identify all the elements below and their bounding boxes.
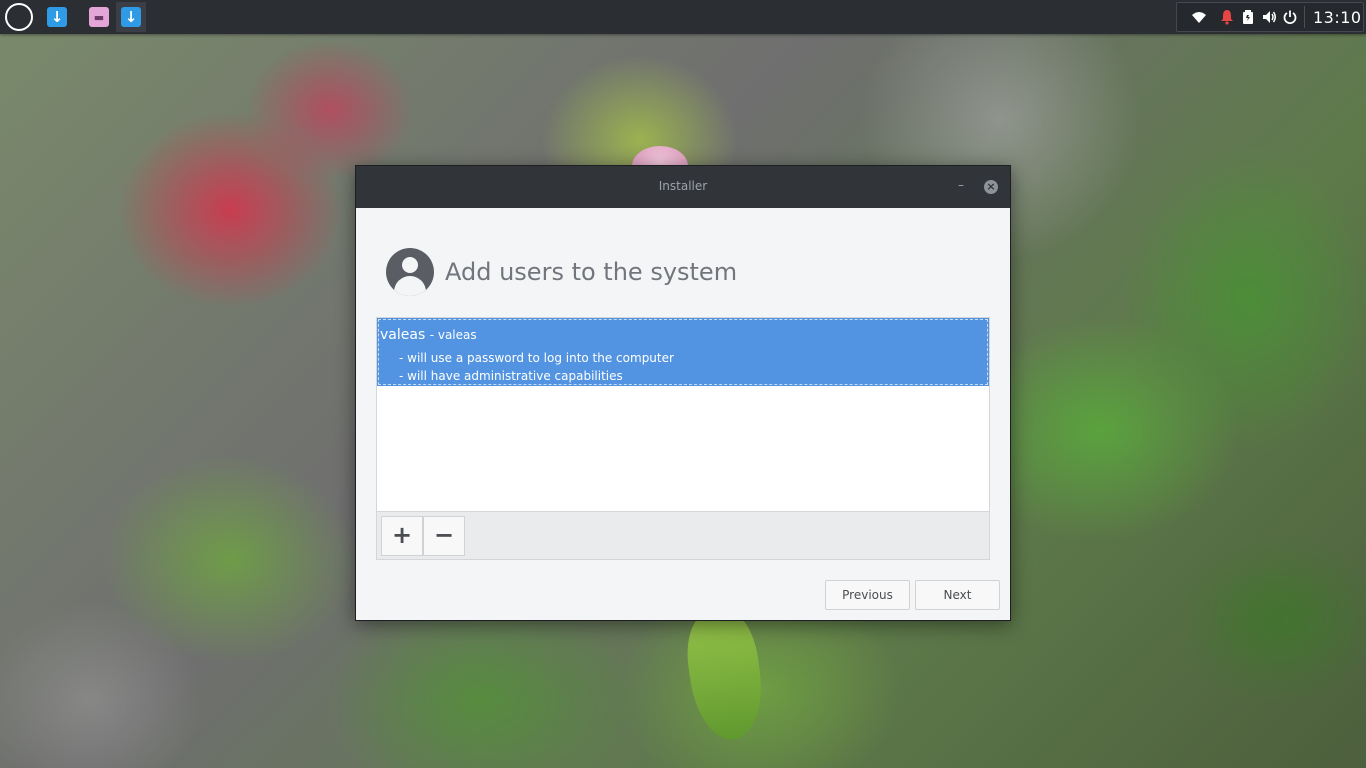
user-entry-header: valeas - valeas (380, 327, 477, 343)
user-list: valeas - valeas - will use a password to… (376, 317, 990, 560)
add-user-button[interactable]: + (381, 516, 423, 556)
battery-icon[interactable] (1240, 9, 1256, 25)
tray-separator (1304, 6, 1305, 28)
installer-window: Installer – × Add users to the system va… (355, 165, 1011, 621)
taskbar-item-installer[interactable]: ↓ (42, 2, 72, 32)
power-icon-glyph (1283, 10, 1297, 24)
battery-icon-glyph (1243, 10, 1253, 24)
window-titlebar[interactable]: Installer – × (356, 166, 1010, 208)
wifi-icon[interactable] (1191, 9, 1207, 25)
close-button[interactable]: × (984, 180, 998, 194)
user-detail-admin: - will have administrative capabilities (399, 369, 623, 383)
download-arrow-icon: ↓ (47, 7, 67, 27)
taskbar-item-file-manager[interactable]: ▬ (84, 2, 114, 32)
clock[interactable]: 13:10 (1313, 8, 1362, 27)
volume-icon-glyph (1263, 11, 1276, 23)
download-arrow-icon: ↓ (121, 7, 141, 27)
next-button[interactable]: Next (915, 580, 1000, 610)
folder-icon: ▬ (89, 7, 109, 27)
user-list-toolbar: + − (377, 511, 989, 559)
user-list-item[interactable]: valeas - valeas - will use a password to… (377, 318, 989, 386)
page-title: Add users to the system (445, 258, 738, 286)
previous-button[interactable]: Previous (825, 580, 910, 610)
user-name: valeas (380, 327, 426, 343)
window-title: Installer (658, 179, 708, 193)
remove-user-button[interactable]: − (423, 516, 465, 556)
user-detail-password: - will use a password to log into the co… (399, 351, 674, 365)
avatar-head (402, 257, 418, 273)
wallpaper-leaf (681, 605, 769, 745)
user-login: - valeas (429, 328, 477, 342)
avatar-body (394, 276, 426, 296)
bell-icon-glyph (1221, 10, 1233, 25)
taskbar-item-installer-active[interactable]: ↓ (116, 2, 146, 32)
power-icon[interactable] (1282, 9, 1298, 25)
volume-icon[interactable] (1261, 9, 1277, 25)
system-tray: 13:10 (1176, 2, 1364, 32)
start-menu-button[interactable] (5, 3, 33, 31)
wifi-icon-glyph (1192, 12, 1206, 23)
top-panel: ↓ ▬ ↓ 13:10 (0, 0, 1366, 34)
user-avatar-icon (386, 248, 434, 296)
minimize-button[interactable]: – (954, 178, 968, 192)
notification-bell-icon[interactable] (1219, 9, 1235, 25)
